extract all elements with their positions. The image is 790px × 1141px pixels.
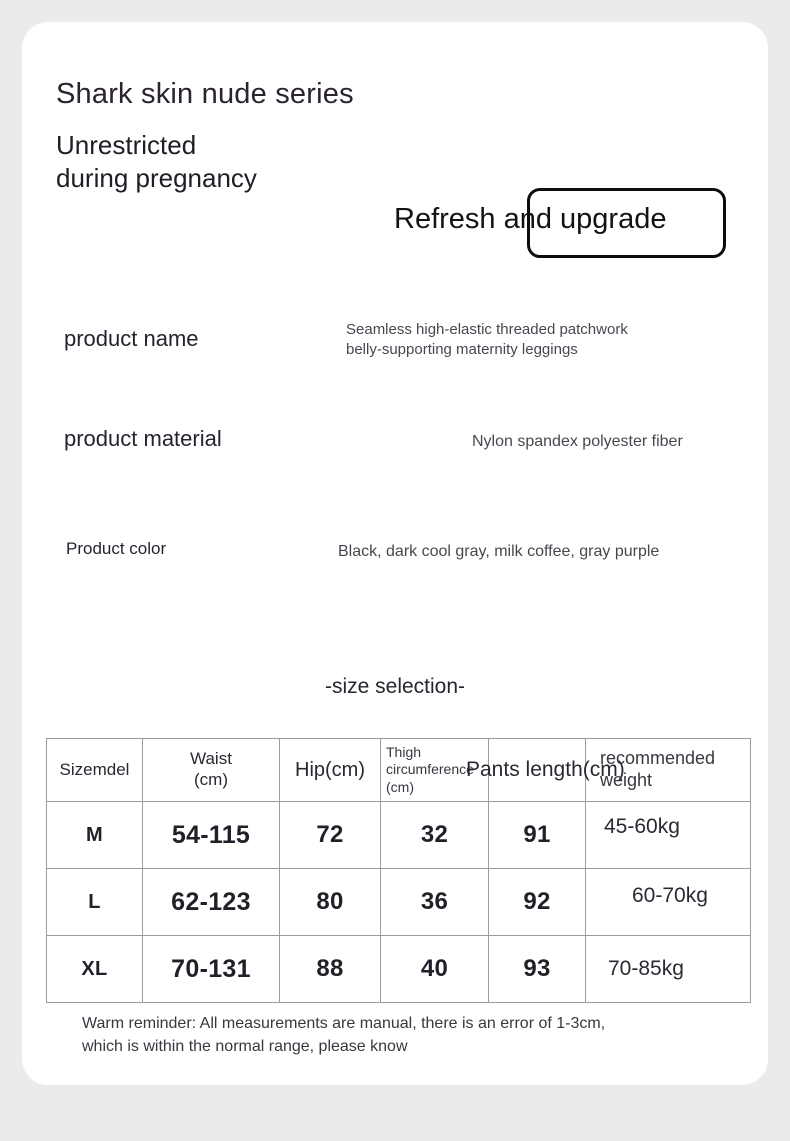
cell-recommended-weight: 45-60kg — [585, 801, 751, 869]
table-row: XL 70-131 88 40 93 70-85kg — [46, 935, 751, 1003]
cell-thigh: 32 — [380, 801, 489, 869]
value-hip: 80 — [316, 888, 344, 915]
value-size: XL — [81, 957, 108, 980]
size-selection-caption: -size selection- — [324, 675, 466, 698]
cell-pants-length: 91 — [488, 801, 586, 869]
spec-label-product-material: product material — [64, 426, 222, 451]
value-pants-length: 93 — [523, 955, 551, 982]
size-chart-table: Sizemdel Waist (cm) Hip(cm) Thigh circum… — [46, 738, 751, 1003]
product-detail-card: Shark skin nude series Unrestricted duri… — [22, 22, 768, 1085]
spec-value-product-name: Seamless high-elastic threaded patchwork… — [346, 321, 628, 358]
header-label-waist: Waist (cm) — [190, 749, 232, 789]
value-pants-length: 92 — [523, 888, 551, 915]
cell-size: XL — [46, 935, 143, 1003]
value-thigh: 36 — [420, 888, 449, 915]
spec-value-product-material: Nylon spandex polyester fiber — [472, 433, 683, 450]
cell-size: L — [46, 868, 143, 936]
table-header-cell-size: Sizemdel — [46, 738, 143, 802]
spec-value-product-color: Black, dark cool gray, milk coffee, gray… — [338, 543, 660, 560]
refresh-upgrade-label: Refresh and upgrade — [394, 203, 667, 235]
cell-size: M — [46, 801, 143, 869]
table-header-cell-pants-length: Pants length(cm) — [466, 738, 625, 802]
value-recommended-weight: 70-85kg — [608, 957, 684, 980]
header-label-hip: Hip(cm) — [295, 758, 365, 781]
cell-waist: 70-131 — [142, 935, 280, 1003]
table-header-row: Sizemdel Waist (cm) Hip(cm) Thigh circum… — [46, 738, 751, 802]
spec-label-product-color: Product color — [66, 539, 167, 558]
cell-hip: 80 — [279, 868, 381, 936]
hero-subtitle: Unrestricted during pregnancy — [56, 130, 257, 193]
page-title: Shark skin nude series — [56, 78, 354, 110]
value-recommended-weight: 45-60kg — [604, 815, 680, 838]
cell-hip: 72 — [279, 801, 381, 869]
cell-pants-length: 93 — [488, 935, 586, 1003]
table-header-cell-waist: Waist (cm) — [142, 738, 280, 802]
header-label-recommended-weight: recommended weight — [600, 748, 716, 790]
table-row: L 62-123 80 36 92 60-70kg — [46, 868, 751, 936]
cell-recommended-weight: 60-70kg — [585, 868, 751, 936]
cell-recommended-weight: 70-85kg — [585, 935, 751, 1003]
value-size: L — [88, 890, 101, 913]
cell-hip: 88 — [279, 935, 381, 1003]
value-hip: 88 — [316, 955, 344, 982]
warm-reminder-text: Warm reminder: All measurements are manu… — [82, 1015, 606, 1056]
cell-waist: 62-123 — [142, 868, 280, 936]
value-recommended-weight: 60-70kg — [632, 884, 708, 907]
cell-thigh: 40 — [380, 935, 489, 1003]
table-row: M 54-115 72 32 91 45-60kg — [46, 801, 751, 869]
table-header-cell-hip: Hip(cm) — [279, 738, 381, 802]
value-pants-length: 91 — [523, 821, 551, 848]
value-waist: 54-115 — [171, 820, 251, 849]
cell-waist: 54-115 — [142, 801, 280, 869]
value-thigh: 40 — [420, 955, 449, 982]
value-size: M — [86, 823, 103, 846]
value-thigh: 32 — [420, 821, 449, 848]
spec-label-product-name: product name — [64, 326, 199, 351]
cell-thigh: 36 — [380, 868, 489, 936]
table-header-cell-recommended-weight: recommended weight — [585, 738, 751, 802]
value-hip: 72 — [316, 821, 344, 848]
value-waist: 70-131 — [171, 954, 251, 983]
value-waist: 62-123 — [171, 887, 251, 916]
header-label-size: Sizemdel — [59, 759, 130, 779]
cell-pants-length: 92 — [488, 868, 586, 936]
